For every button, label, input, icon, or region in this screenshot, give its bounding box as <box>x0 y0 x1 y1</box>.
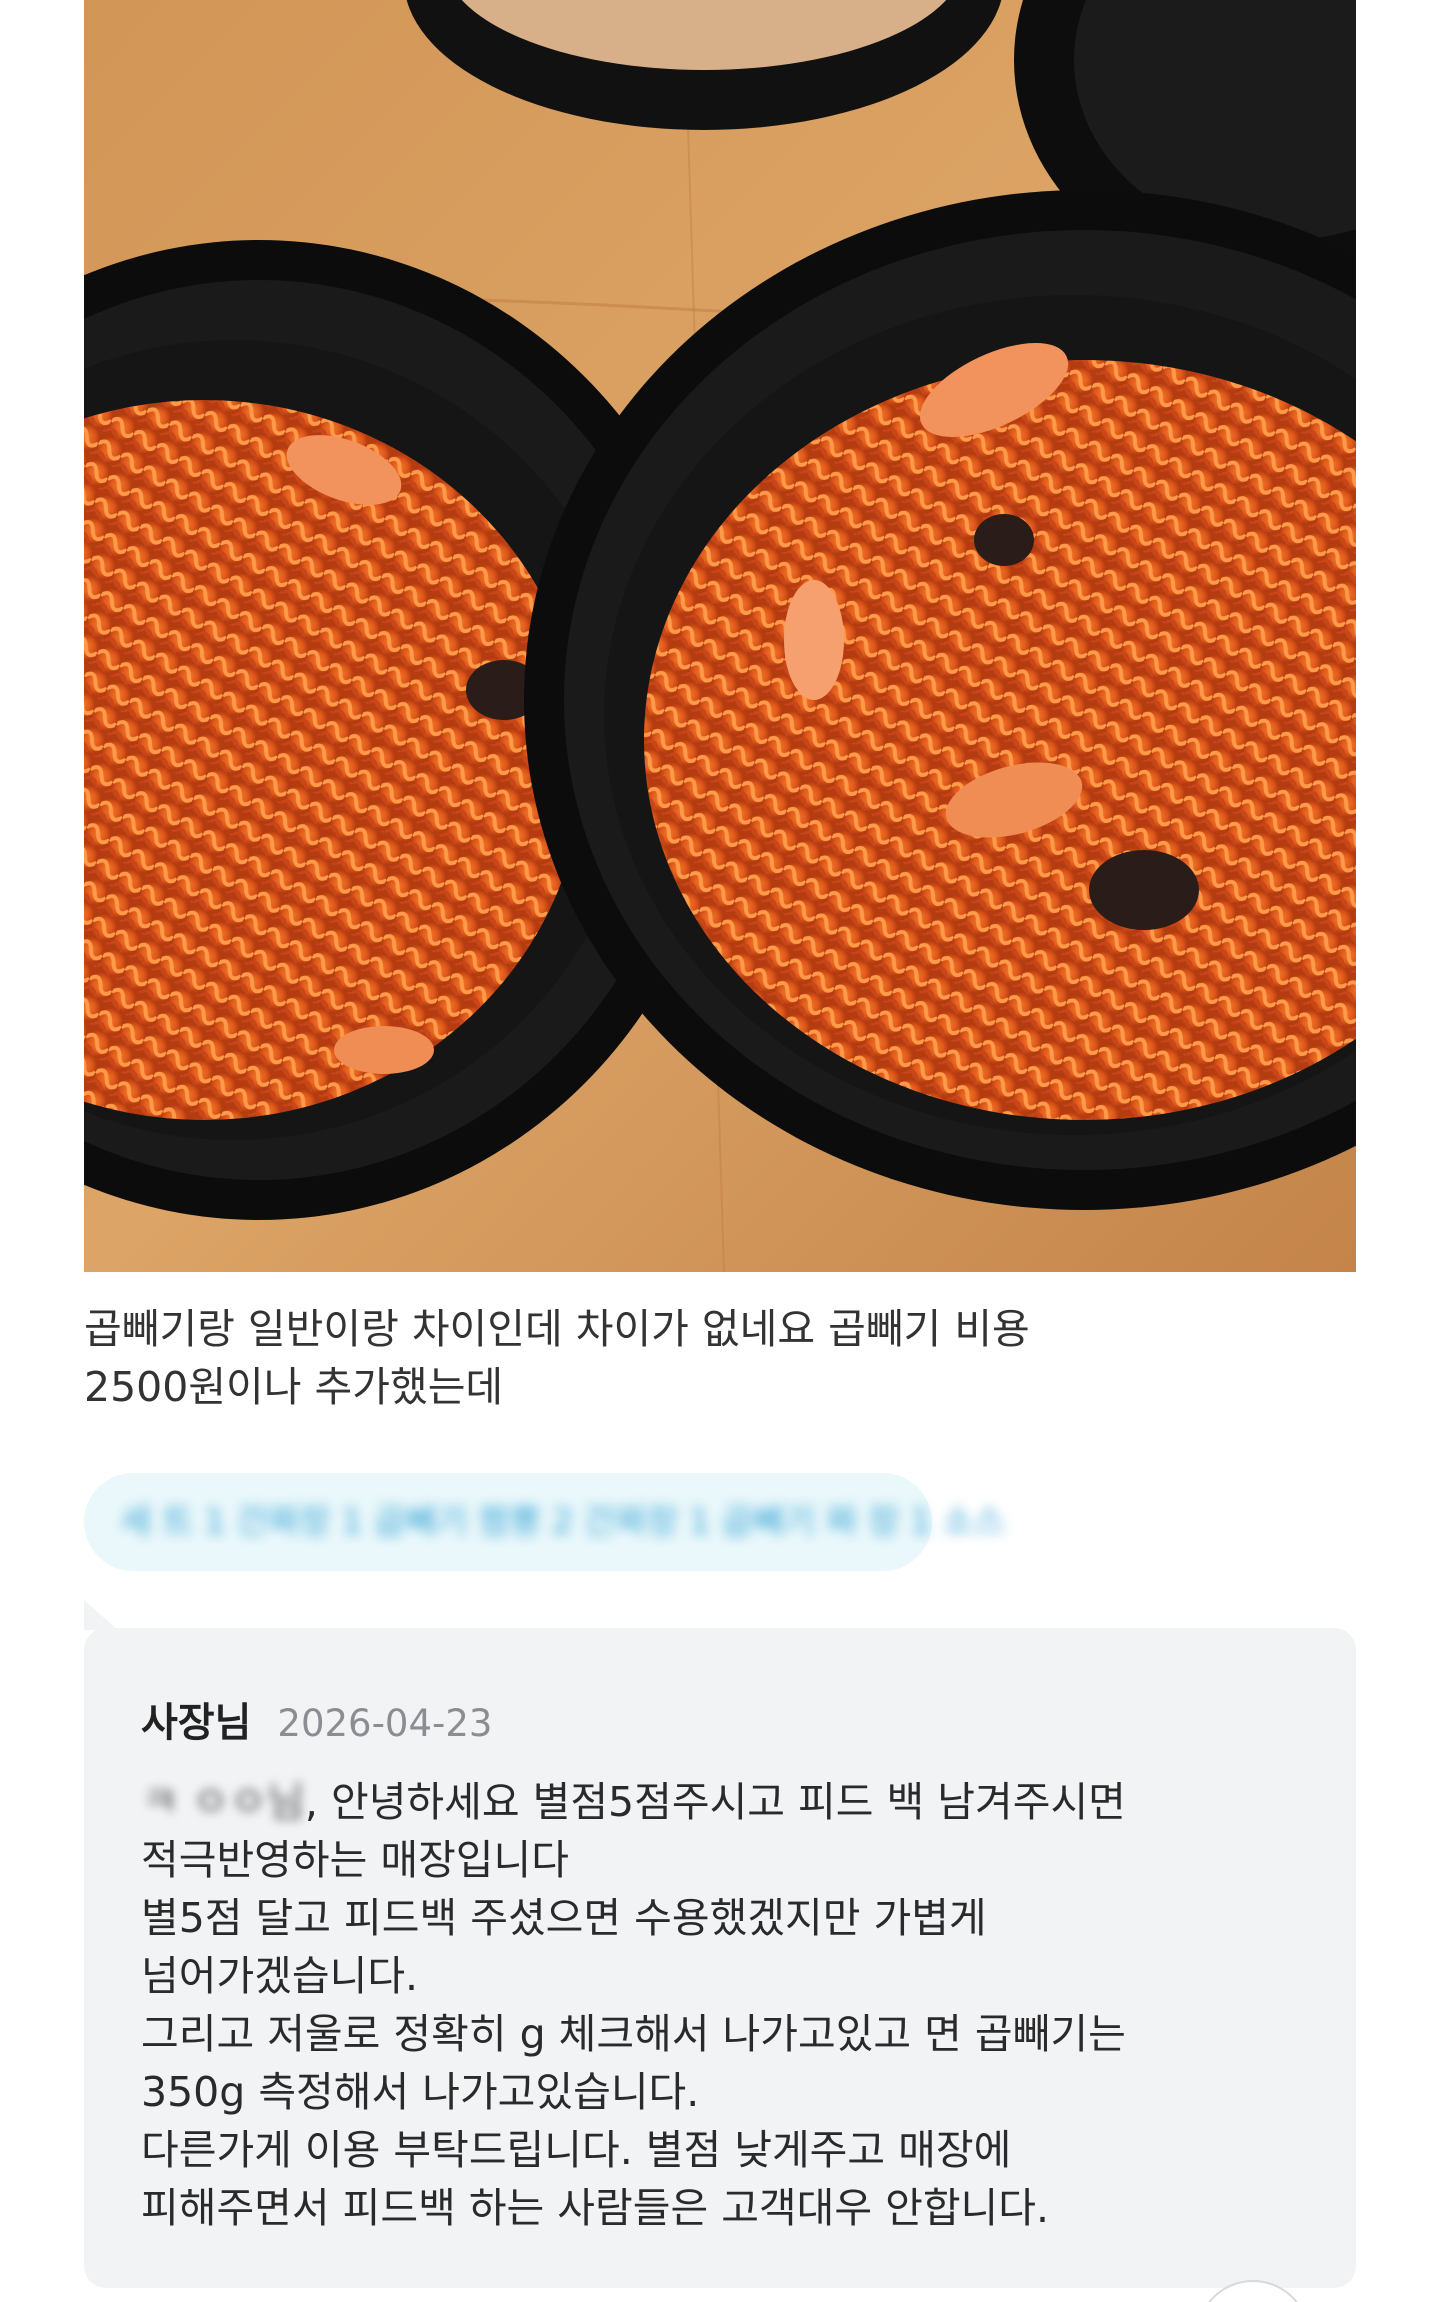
owner-reply-body: ㅋ ㅇㅇ님, 안녕하세요 별점5점주시고 피드 백 남겨주시면 적극반영하는 매… <box>141 1773 1301 2237</box>
owner-reply-header: 사장님 2026-04-23 <box>141 1690 492 1748</box>
review-page: 곱빼기랑 일반이랑 차이인데 차이가 없네요 곱빼기 비용 2500원이나 추가… <box>0 0 1440 2302</box>
owner-reply: 사장님 2026-04-23 ㅋ ㅇㅇ님, 안녕하세요 별점5점주시고 피드 백… <box>84 1628 1356 2288</box>
review-text: 곱빼기랑 일반이랑 차이인데 차이가 없네요 곱빼기 비용 2500원이나 추가… <box>84 1300 1184 1416</box>
owner-reply-line: 그리고 저울로 정확히 g 체크해서 나가고있고 면 곱빼기는 <box>141 2010 1126 2058</box>
review-text-line-1: 곱빼기랑 일반이랑 차이인데 차이가 없네요 곱빼기 비용 <box>84 1305 1030 1353</box>
owner-reply-line: 별5점 달고 피드백 주셨으면 수용했겠지만 가볍게 <box>141 1894 987 1942</box>
ordered-menu-tag[interactable]: 세 트 1 간짜장 1 곱빼기 짬뽕 2 간짜장 1 곱빼기 짜 장 1 소스 <box>84 1473 1005 1571</box>
owner-reply-author: 사장님 <box>141 1700 252 1746</box>
ordered-menu-text: 세 트 1 간짜장 1 곱빼기 짬뽕 2 간짜장 1 곱빼기 짜 장 1 소스 <box>120 1502 1006 1542</box>
owner-reply-line: 적극반영하는 매장입니다 <box>141 1836 569 1884</box>
owner-reply-line: 350g 측정해서 나가고있습니다. <box>141 2068 700 2116</box>
owner-reply-date: 2026-04-23 <box>277 1702 493 1745</box>
food-photo-illustration <box>84 0 1356 1272</box>
review-photo[interactable] <box>84 0 1356 1272</box>
customer-name-masked: ㅋ ㅇㅇ님 <box>141 1778 305 1826</box>
owner-reply-line: ㅋ ㅇㅇ님, 안녕하세요 별점5점주시고 피드 백 남겨주시면 <box>141 1773 1301 1831</box>
owner-reply-line: 넘어가겠습니다. <box>141 1952 419 2000</box>
owner-reply-line: 피해주면서 피드백 하는 사람들은 고객대우 안합니다. <box>141 2184 1050 2232</box>
reply-bubble-tail <box>84 1600 118 1630</box>
owner-reply-line: 다른가게 이용 부탁드립니다. 별점 낮게주고 매장에 <box>141 2126 1012 2174</box>
review-text-line-2: 2500원이나 추가했는데 <box>84 1363 504 1411</box>
